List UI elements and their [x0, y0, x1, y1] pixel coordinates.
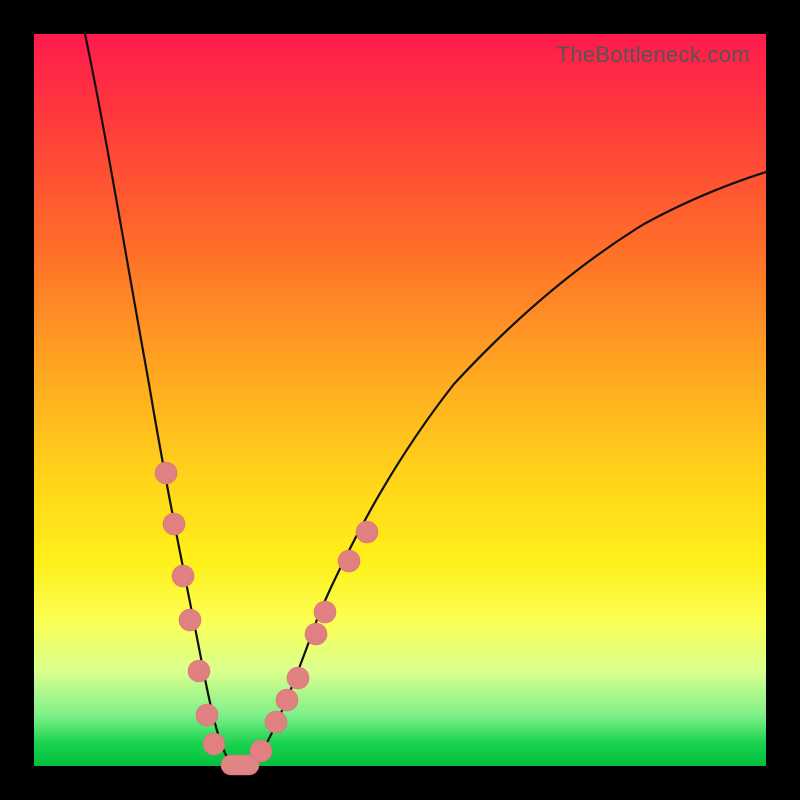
plot-area: TheBottleneck.com: [34, 34, 766, 766]
marker-dot: [203, 733, 225, 755]
marker-dot: [314, 601, 336, 623]
marker-dot: [188, 660, 210, 682]
marker-dot: [179, 609, 201, 631]
marker-dot: [196, 704, 218, 726]
marker-dot: [163, 513, 185, 535]
marker-dot: [305, 623, 327, 645]
marker-dot: [287, 667, 309, 689]
marker-dot: [172, 565, 194, 587]
bottleneck-curve: [85, 34, 766, 765]
marker-dot: [155, 462, 177, 484]
marker-dot: [250, 740, 272, 762]
marker-dot: [356, 521, 378, 543]
chart-frame: TheBottleneck.com: [0, 0, 800, 800]
curve-layer: [34, 34, 766, 766]
marker-dot: [338, 550, 360, 572]
marker-dot: [276, 689, 298, 711]
marker-dot: [265, 711, 287, 733]
